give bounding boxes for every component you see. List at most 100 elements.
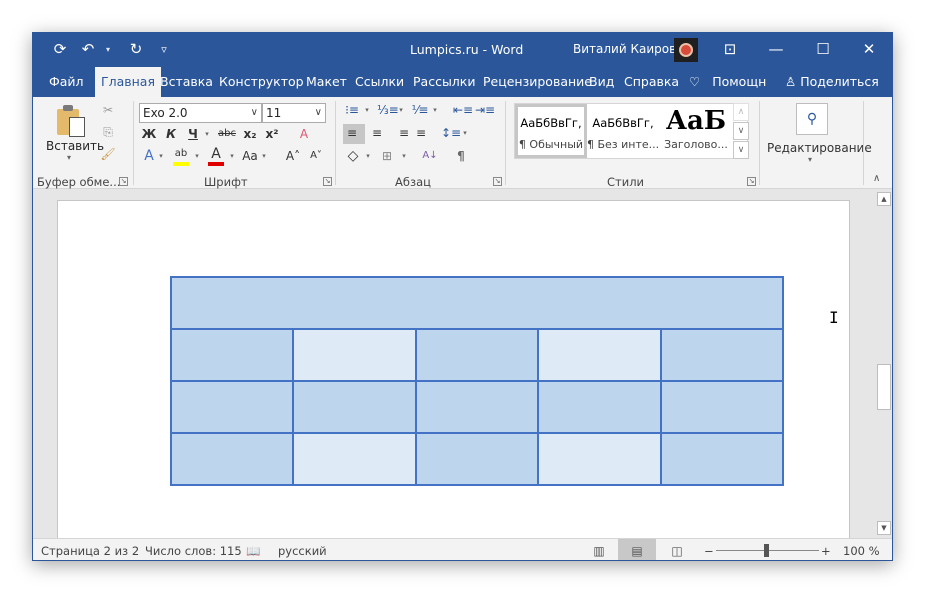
table-cell[interactable] <box>659 328 785 382</box>
numbering-icon[interactable]: ⅓≡ <box>377 101 399 121</box>
style-no-spacing[interactable]: АаБбВвГг, ¶ Без инте... <box>587 104 659 158</box>
decrease-indent-icon[interactable]: ⇤≡ <box>453 101 473 121</box>
editing-dropdown-icon[interactable]: ▾ <box>808 155 812 164</box>
zoom-out-button[interactable]: − <box>704 544 714 558</box>
tab-review[interactable]: Рецензирование <box>477 67 598 97</box>
editing-button[interactable]: Редактирование <box>767 141 872 155</box>
table-cell[interactable] <box>292 328 417 382</box>
italic-button[interactable]: К <box>163 125 179 145</box>
underline-dropdown-icon[interactable]: ▾ <box>203 125 211 145</box>
print-layout-button[interactable]: ▤ <box>618 539 656 560</box>
scroll-up-button[interactable]: ▲ <box>877 192 891 206</box>
minimize-button[interactable]: — <box>753 33 799 65</box>
paste-dropdown-icon[interactable]: ▾ <box>67 153 71 162</box>
tab-file[interactable]: Файл <box>43 67 90 97</box>
zoom-in-button[interactable]: + <box>821 544 831 558</box>
language[interactable]: русский <box>278 544 327 558</box>
paste-button[interactable]: Вставить <box>46 139 104 153</box>
customize-qat-icon[interactable]: ▿ <box>155 40 173 58</box>
change-case-dropdown-icon[interactable]: ▾ <box>260 147 268 167</box>
zoom-level[interactable]: 100 % <box>843 544 880 558</box>
table-cell[interactable] <box>170 276 784 330</box>
table-cell[interactable] <box>292 432 417 486</box>
close-button[interactable]: ✕ <box>846 33 892 65</box>
shrink-font-button[interactable]: A˅ <box>307 147 325 167</box>
align-right-button[interactable]: ≡ <box>389 124 409 144</box>
clipboard-launcher-icon[interactable]: ↘ <box>119 177 128 186</box>
copy-icon[interactable]: ⎘ <box>99 123 117 143</box>
table-cell[interactable] <box>659 432 785 486</box>
maximize-button[interactable]: ☐ <box>800 33 846 65</box>
read-mode-button[interactable]: ▥ <box>580 539 618 560</box>
bullets-dropdown-icon[interactable]: ▾ <box>363 101 371 121</box>
format-painter-icon[interactable]: 🖌 <box>99 145 117 165</box>
font-name-combobox[interactable]: Exo 2.0 ∨ <box>139 103 262 123</box>
line-spacing-dropdown-icon[interactable]: ▾ <box>461 124 469 144</box>
font-size-combobox[interactable]: 11 ∨ <box>262 103 326 123</box>
bullets-icon[interactable]: ⁝≡ <box>343 101 361 121</box>
chevron-down-icon[interactable]: ∨ <box>315 104 322 122</box>
cut-icon[interactable]: ✂ <box>99 101 117 121</box>
table-cell[interactable] <box>169 380 295 434</box>
tab-insert[interactable]: Вставка <box>154 67 219 97</box>
multilevel-list-icon[interactable]: ⅟≡ <box>411 101 429 121</box>
shading-icon[interactable]: ◇ <box>343 147 363 167</box>
word-count[interactable]: Число слов: 115 <box>145 544 242 558</box>
table-cell[interactable] <box>414 432 540 486</box>
center-button[interactable]: ≡ <box>367 124 387 144</box>
collapse-ribbon-icon[interactable]: ∧ <box>873 173 880 184</box>
document-page[interactable] <box>57 200 850 538</box>
autosave-icon[interactable]: ⟳ <box>51 40 69 58</box>
search-icon[interactable]: ⚲ <box>796 103 828 135</box>
styles-launcher-icon[interactable]: ↘ <box>747 177 756 186</box>
table-cell[interactable] <box>537 380 662 434</box>
table-cell[interactable] <box>169 328 295 382</box>
styles-scroll-up-button[interactable]: ∧ <box>733 103 749 121</box>
ribbon-display-options-button[interactable]: ⊡ <box>707 33 753 65</box>
user-name[interactable]: Виталий Каиров <box>573 42 676 56</box>
table-cell[interactable] <box>537 328 662 382</box>
undo-dropdown-icon[interactable]: ▾ <box>99 40 117 58</box>
redo-icon[interactable]: ↻ <box>127 40 145 58</box>
clear-formatting-icon[interactable]: A <box>295 125 313 145</box>
borders-dropdown-icon[interactable]: ▾ <box>400 147 408 167</box>
shading-dropdown-icon[interactable]: ▾ <box>364 147 372 167</box>
table-cell[interactable] <box>659 380 785 434</box>
multilevel-dropdown-icon[interactable]: ▾ <box>431 101 439 121</box>
document-table[interactable] <box>169 276 785 486</box>
undo-icon[interactable]: ↶ <box>79 40 97 58</box>
text-effects-icon[interactable]: A <box>141 147 157 167</box>
styles-scroll-down-button[interactable]: ∨ <box>733 122 749 140</box>
chevron-down-icon[interactable]: ∨ <box>251 104 258 122</box>
font-color-dropdown-icon[interactable]: ▾ <box>228 147 236 167</box>
page-count[interactable]: Страница 2 из 2 <box>41 544 139 558</box>
justify-button[interactable]: ≡ <box>411 124 431 144</box>
avatar[interactable] <box>674 38 698 62</box>
font-launcher-icon[interactable]: ↘ <box>323 177 332 186</box>
style-normal[interactable]: АаБбВвГг, ¶ Обычный <box>515 104 587 158</box>
borders-icon[interactable]: ⊞ <box>378 147 396 167</box>
scrollbar-thumb[interactable] <box>877 364 891 410</box>
highlight-dropdown-icon[interactable]: ▾ <box>193 147 201 167</box>
table-cell[interactable] <box>414 380 540 434</box>
grow-font-button[interactable]: A˄ <box>284 147 302 167</box>
show-marks-icon[interactable]: ¶ <box>453 147 469 167</box>
subscript-button[interactable]: x₂ <box>241 125 259 145</box>
sort-icon[interactable]: А↓ <box>420 147 440 167</box>
tab-help[interactable]: Справка <box>618 67 685 97</box>
tab-home[interactable]: Главная <box>95 67 161 97</box>
increase-indent-icon[interactable]: ⇥≡ <box>475 101 495 121</box>
highlight-icon[interactable]: ab <box>172 145 190 166</box>
superscript-button[interactable]: x² <box>263 125 281 145</box>
change-case-button[interactable]: Aa <box>240 147 260 167</box>
strikethrough-button[interactable]: abc <box>216 125 238 145</box>
tab-layout[interactable]: Макет <box>300 67 353 97</box>
proofing-icon[interactable]: 📖 <box>246 544 260 558</box>
font-color-icon[interactable]: A <box>207 145 225 166</box>
scroll-down-button[interactable]: ▼ <box>877 521 891 535</box>
table-cell[interactable] <box>414 328 540 382</box>
web-layout-button[interactable]: ◫ <box>658 539 696 560</box>
tab-references[interactable]: Ссылки <box>349 67 410 97</box>
underline-button[interactable]: Ч <box>185 125 201 145</box>
paste-icon[interactable] <box>57 105 87 137</box>
